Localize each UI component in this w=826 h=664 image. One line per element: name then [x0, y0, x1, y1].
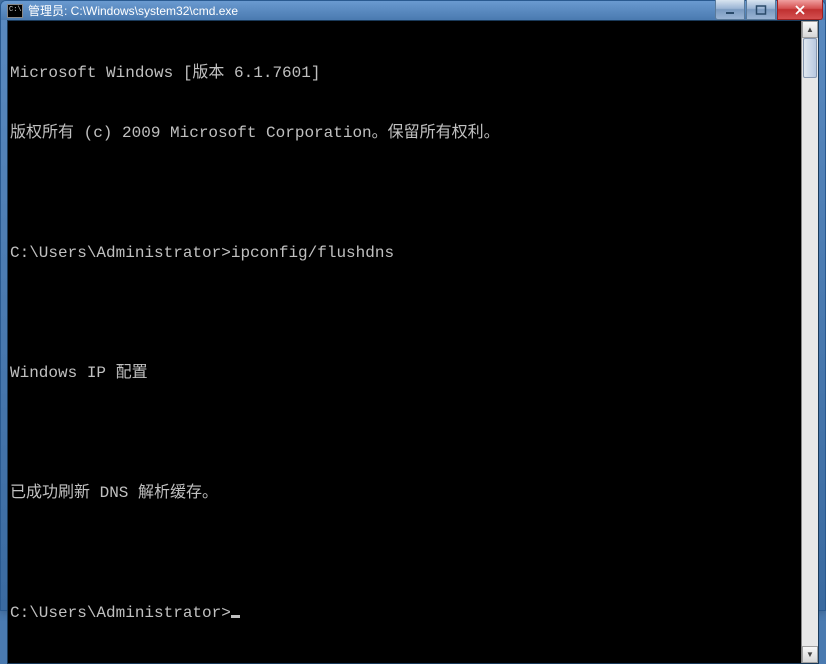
window-controls [715, 0, 823, 20]
terminal-prompt-line: C:\Users\Administrator> [10, 603, 801, 623]
scroll-thumb[interactable] [803, 38, 817, 78]
terminal-line: Microsoft Windows [版本 6.1.7601] [10, 63, 801, 83]
terminal-line [10, 423, 801, 443]
vertical-scrollbar[interactable]: ▲ ▼ [801, 21, 818, 663]
scroll-down-button[interactable]: ▼ [802, 646, 818, 663]
terminal-output[interactable]: Microsoft Windows [版本 6.1.7601] 版权所有 (c)… [8, 21, 801, 663]
maximize-button[interactable] [746, 0, 776, 20]
titlebar[interactable]: 管理员: C:\Windows\system32\cmd.exe [1, 1, 825, 20]
terminal-prompt: C:\Users\Administrator> [10, 604, 231, 622]
terminal-line: Windows IP 配置 [10, 363, 801, 383]
window-title: 管理员: C:\Windows\system32\cmd.exe [28, 2, 715, 19]
terminal-line [10, 543, 801, 563]
close-button[interactable] [777, 0, 823, 20]
scroll-up-button[interactable]: ▲ [802, 21, 818, 38]
client-area: Microsoft Windows [版本 6.1.7601] 版权所有 (c)… [7, 20, 819, 664]
scroll-track[interactable] [802, 38, 818, 646]
terminal-line [10, 183, 801, 203]
terminal-line: C:\Users\Administrator>ipconfig/flushdns [10, 243, 801, 263]
terminal-line: 已成功刷新 DNS 解析缓存。 [10, 483, 801, 503]
cmd-icon [7, 4, 23, 18]
cmd-window: 管理员: C:\Windows\system32\cmd.exe Microso… [0, 0, 826, 611]
cursor-icon [231, 615, 240, 618]
minimize-button[interactable] [715, 0, 745, 20]
terminal-line: 版权所有 (c) 2009 Microsoft Corporation。保留所有… [10, 123, 801, 143]
terminal-line [10, 303, 801, 323]
